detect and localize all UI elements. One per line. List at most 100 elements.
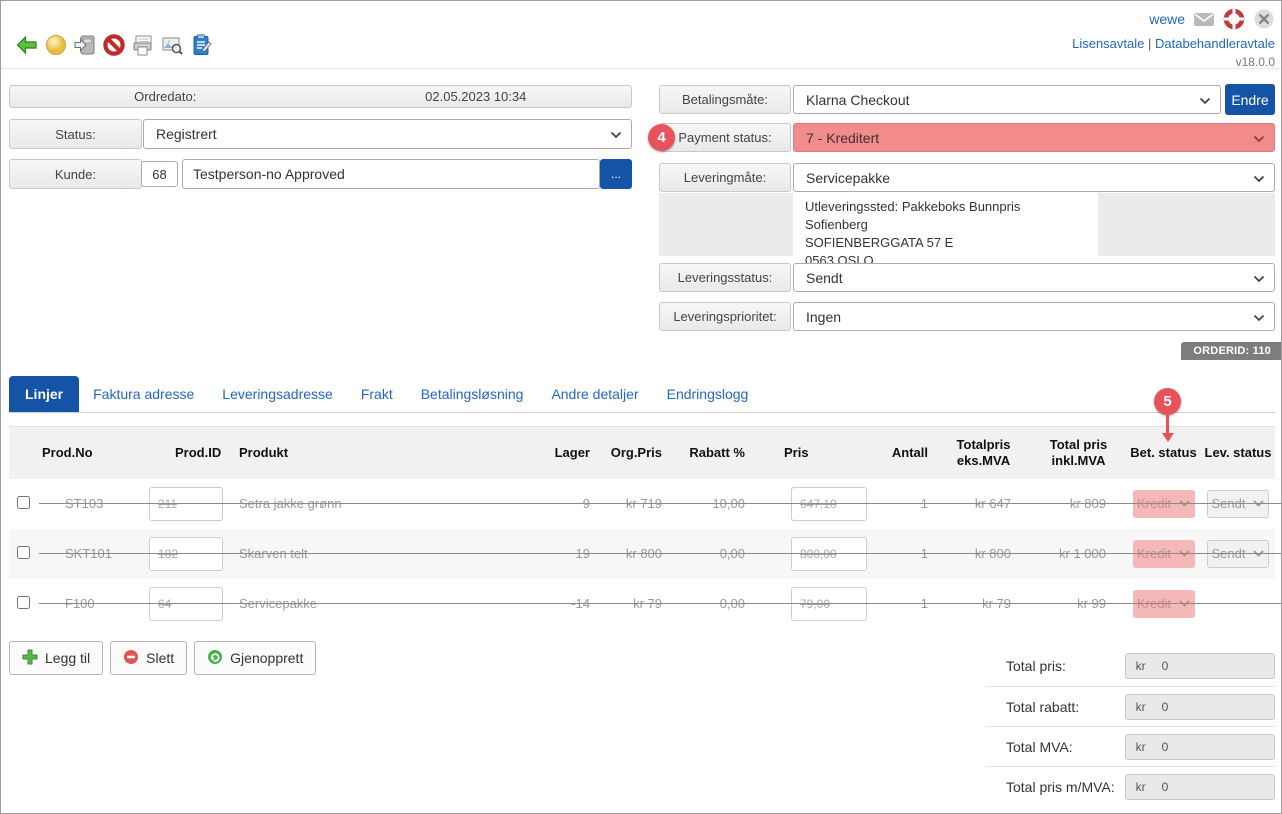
link-separator: |: [1148, 36, 1151, 51]
cancel-icon[interactable]: [102, 33, 126, 57]
close-icon[interactable]: [1253, 8, 1275, 30]
status-label: Status:: [9, 119, 142, 149]
kunde-label: Kunde:: [9, 159, 142, 189]
delivery-address-box: Utleveringssted: Pakkeboks Bunnpris Sofi…: [793, 193, 1098, 256]
tab-bar: Linjer Faktura adresse Leveringsadresse …: [9, 375, 1275, 413]
tab-faktura-adresse[interactable]: Faktura adresse: [79, 376, 208, 412]
col-prod-no: Prod.No: [39, 427, 144, 479]
row-strikethrough: [39, 553, 1282, 554]
help-icon[interactable]: [1223, 8, 1245, 30]
row-strikethrough: [39, 603, 1282, 604]
ordredato-value: 02.05.2023 10:34: [321, 86, 632, 107]
tab-linjer[interactable]: Linjer: [9, 376, 79, 412]
col-totalpris-eks-mva: Totalpris eks.MVA: [936, 427, 1031, 479]
delivery-address-strip: Utleveringssted: Pakkeboks Bunnpris Sofi…: [659, 193, 1275, 256]
chevron-down-icon: [1253, 309, 1265, 325]
ordredato-row: Ordredato: 02.05.2023 10:34: [9, 85, 632, 108]
total-mva-value: kr0: [1125, 734, 1275, 760]
leveringsprioritet-label: Leveringsprioritet:: [659, 302, 791, 331]
order-lines-table: Prod.No Prod.ID Produkt Lager Org.Pris R…: [9, 426, 1275, 629]
slett-button[interactable]: Slett: [110, 641, 187, 675]
col-org-pris: Org.Pris: [599, 427, 671, 479]
chevron-down-icon: [1253, 270, 1265, 286]
legg-til-button[interactable]: Legg til: [9, 641, 103, 675]
total-row: Total pris m/MVA: kr0: [986, 766, 1275, 806]
toolbar: [15, 33, 213, 57]
card-terminal-icon[interactable]: [73, 33, 97, 57]
col-produkt: Produkt: [237, 427, 534, 479]
version-label: v18.0.0: [1072, 55, 1275, 69]
orderid-badge: ORDERID: 110: [1181, 342, 1281, 360]
leveringsstatus-select[interactable]: Sendt: [793, 263, 1275, 292]
notes-icon[interactable]: [189, 33, 213, 57]
leveringsstatus-label: Leveringsstatus:: [659, 263, 791, 292]
betalingsmate-select[interactable]: Klarna Checkout: [793, 85, 1221, 114]
kunde-name-input[interactable]: [182, 159, 600, 189]
top-header: wewe Lisensavtale | Databehandleravtale …: [1, 1, 1281, 69]
col-prod-id: Prod.ID: [144, 427, 237, 479]
minus-circle-icon: [123, 649, 139, 668]
databehandleravtale-link[interactable]: Databehandleravtale: [1155, 36, 1275, 51]
status-select[interactable]: Registrert: [143, 119, 632, 149]
tab-andre-detaljer[interactable]: Andre detaljer: [537, 376, 652, 412]
print-icon[interactable]: [131, 33, 155, 57]
col-rabatt: Rabatt %: [671, 427, 751, 479]
row-checkbox[interactable]: [17, 546, 30, 559]
total-row: Total pris: kr0: [986, 646, 1275, 686]
delivery-address-line: SOFIENBERGGATA 57 E: [805, 234, 1086, 252]
logged-in-user[interactable]: wewe: [1149, 11, 1185, 27]
table-header-row: Prod.No Prod.ID Produkt Lager Org.Pris R…: [9, 427, 1275, 479]
tab-endringslogg[interactable]: Endringslogg: [653, 376, 763, 412]
payment-status-label: Payment status:: [659, 123, 791, 152]
line-actions: Legg til Slett Gjenopprett: [9, 641, 316, 675]
chevron-down-icon: [610, 126, 622, 142]
chevron-down-icon: [1199, 92, 1211, 108]
tab-betalingslosning[interactable]: Betalingsløsning: [407, 376, 538, 412]
chevron-down-icon: [1253, 130, 1265, 146]
annotation-badge-5: 5: [1154, 388, 1181, 415]
total-rabatt-value: kr0: [1125, 694, 1275, 720]
leveringsprioritet-select[interactable]: Ingen: [793, 302, 1275, 331]
lisensavtale-link[interactable]: Lisensavtale: [1072, 36, 1144, 51]
total-pris-value: kr0: [1125, 653, 1275, 679]
ordredato-label: Ordredato:: [10, 86, 321, 107]
col-pris: Pris: [751, 427, 871, 479]
col-antall: Antall: [871, 427, 936, 479]
total-mva-label: Total MVA:: [1006, 739, 1125, 755]
tab-leveringsadresse[interactable]: Leveringsadresse: [208, 376, 347, 412]
chevron-down-icon: [1253, 170, 1265, 186]
kunde-id-input[interactable]: [141, 161, 178, 187]
delivery-address-line: Utleveringssted: Pakkeboks Bunnpris Sofi…: [805, 198, 1086, 234]
annotation-arrow-head: [1162, 433, 1174, 442]
yellow-ball-icon[interactable]: [44, 33, 68, 57]
row-strikethrough: [39, 503, 1282, 504]
kunde-browse-button[interactable]: ...: [600, 159, 632, 189]
back-icon[interactable]: [15, 33, 39, 57]
order-detail-page: wewe Lisensavtale | Databehandleravtale …: [0, 0, 1282, 814]
leveringmate-label: Leveringmåte:: [659, 163, 791, 192]
col-lager: Lager: [534, 427, 599, 479]
annotation-arrow-line: [1166, 414, 1169, 434]
total-rabatt-label: Total rabatt:: [1006, 699, 1125, 715]
mail-icon[interactable]: [1193, 8, 1215, 30]
annotation-badge-4: 4: [648, 124, 675, 151]
total-pris-m-mva-label: Total pris m/MVA:: [1006, 779, 1125, 795]
payment-status-select[interactable]: 7 - Kreditert: [793, 123, 1275, 152]
restore-icon: [207, 649, 223, 668]
leveringmate-select[interactable]: Servicepakke: [793, 163, 1275, 192]
total-row: Total rabatt: kr0: [986, 686, 1275, 726]
betalingsmate-label: Betalingsmåte:: [659, 85, 791, 114]
col-total-pris-inkl-mva: Total pris inkl.MVA: [1031, 427, 1126, 479]
total-pris-label: Total pris:: [1006, 658, 1125, 674]
totals-panel: Total pris: kr0 Total rabatt: kr0 Total …: [986, 646, 1275, 806]
row-checkbox[interactable]: [17, 496, 30, 509]
gjenopprett-button[interactable]: Gjenopprett: [194, 641, 316, 675]
row-checkbox[interactable]: [17, 596, 30, 609]
preview-icon[interactable]: [160, 33, 184, 57]
total-pris-m-mva-value: kr0: [1125, 774, 1275, 800]
endre-button[interactable]: Endre: [1225, 84, 1275, 115]
tab-frakt[interactable]: Frakt: [347, 376, 407, 412]
total-row: Total MVA: kr0: [986, 726, 1275, 766]
header-right: wewe Lisensavtale | Databehandleravtale …: [1072, 7, 1275, 69]
col-lev-status: Lev. status: [1201, 427, 1275, 479]
